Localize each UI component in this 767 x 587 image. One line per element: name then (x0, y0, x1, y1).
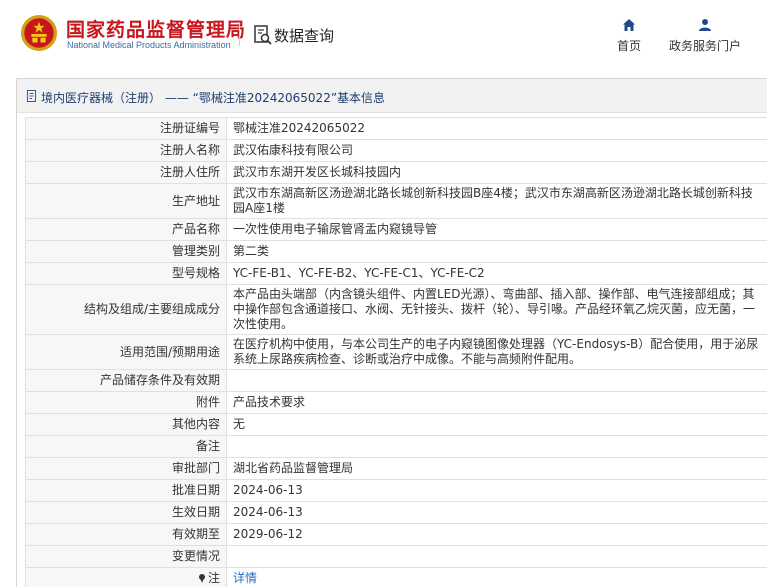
row-value (226, 435, 767, 458)
row-value: 武汉佑康科技有限公司 (226, 139, 767, 162)
home-icon (623, 19, 635, 31)
row-label: 适用范围/预期用途 (25, 334, 227, 370)
table-row: 有效期至 2029-06-12 (25, 523, 767, 546)
row-value: 一次性使用电子输尿管肾盂内窥镜导管 (226, 218, 767, 241)
row-label: 结构及组成/主要组成成分 (25, 284, 227, 335)
row-label: 产品名称 (25, 218, 227, 241)
nav-service-label: 政务服务门户 (668, 39, 741, 53)
row-label: 变更情况 (25, 545, 227, 568)
row-label: 管理类别 (25, 240, 227, 263)
data-query-title: 数据查询 (274, 27, 335, 45)
header-divider (239, 22, 240, 46)
org-name-en: National Medical Products Administration (67, 40, 231, 50)
site-header: 国家药品监督管理局 National Medical Products Admi… (0, 0, 767, 66)
nav-service-portal[interactable]: 政务服务门户 (664, 18, 746, 54)
table-row: 附件 产品技术要求 (25, 391, 767, 414)
table-row: 变更情况 (25, 545, 767, 568)
row-value: 2024-06-13 (226, 501, 767, 524)
registration-info-table: 注册证编号 鄂械注准20242065022 注册人名称 武汉佑康科技有限公司 注… (25, 117, 767, 587)
table-row: 生产地址 武汉市东湖高新区汤逊湖北路长城创新科技园B座4楼；武汉市东湖高新区汤逊… (25, 183, 767, 219)
table-row: 管理类别 第二类 (25, 240, 767, 263)
note-value-cell: 详情 (226, 567, 767, 587)
table-row: 审批部门 湖北省药品监督管理局 (25, 457, 767, 480)
detail-title: 境内医疗器械（注册） —— “鄂械注准20242065022”基本信息 (41, 91, 386, 105)
user-icon (699, 19, 711, 31)
row-value: 2029-06-12 (226, 523, 767, 546)
table-row: 注册人住所 武汉市东湖开发区长城科技园内 (25, 161, 767, 184)
row-value (226, 369, 767, 392)
detail-link[interactable]: 详情 (233, 571, 257, 585)
row-value: 在医疗机构中使用，与本公司生产的电子内窥镜图像处理器（YC-Endosys-B）… (226, 334, 767, 370)
nav-home[interactable]: 首页 (612, 18, 646, 54)
row-label: 注册人住所 (25, 161, 227, 184)
row-label: 批准日期 (25, 479, 227, 502)
row-label: 注册证编号 (25, 117, 227, 140)
row-value: 武汉市东湖高新区汤逊湖北路长城创新科技园B座4楼；武汉市东湖高新区汤逊湖北路长城… (226, 183, 767, 219)
row-label: 生效日期 (25, 501, 227, 524)
org-name-cn[interactable]: 国家药品监督管理局 (66, 15, 246, 42)
table-row: 注册证编号 鄂械注准20242065022 (25, 117, 767, 140)
table-row: 产品名称 一次性使用电子输尿管肾盂内窥镜导管 (25, 218, 767, 241)
row-value: 鄂械注准20242065022 (226, 117, 767, 140)
row-value: YC-FE-B1、YC-FE-B2、YC-FE-C1、YC-FE-C2 (226, 262, 767, 285)
table-row: 适用范围/预期用途 在医疗机构中使用，与本公司生产的电子内窥镜图像处理器（YC-… (25, 334, 767, 370)
row-label: 注册人名称 (25, 139, 227, 162)
detail-title-bar: 境内医疗器械（注册） —— “鄂械注准20242065022”基本信息 (17, 79, 767, 113)
table-row: 生效日期 2024-06-13 (25, 501, 767, 524)
national-emblem-icon (20, 14, 58, 52)
row-value: 无 (226, 413, 767, 436)
row-value: 第二类 (226, 240, 767, 263)
row-label: 型号规格 (25, 262, 227, 285)
nav-home-label: 首页 (616, 39, 641, 53)
detail-panel: 境内医疗器械（注册） —— “鄂械注准20242065022”基本信息 注册证编… (16, 78, 767, 587)
table-row: 产品储存条件及有效期 (25, 369, 767, 392)
row-value: 武汉市东湖开发区长城科技园内 (226, 161, 767, 184)
row-label: 生产地址 (25, 183, 227, 219)
row-value: 本产品由头端部（内含镜头组件、内置LED光源）、弯曲部、插入部、操作部、电气连接… (226, 284, 767, 335)
row-value: 产品技术要求 (226, 391, 767, 414)
row-value (226, 545, 767, 568)
row-label: 备注 (25, 435, 227, 458)
data-query-icon (254, 25, 272, 45)
note-label-cell: 注 (25, 567, 227, 587)
row-label: 其他内容 (25, 413, 227, 436)
page-icon (27, 90, 36, 102)
table-row: 型号规格 YC-FE-B1、YC-FE-B2、YC-FE-C1、YC-FE-C2 (25, 262, 767, 285)
table-row: 注册人名称 武汉佑康科技有限公司 (25, 139, 767, 162)
table-row: 其他内容 无 (25, 413, 767, 436)
table-row-note: 注 详情 (25, 567, 767, 587)
table-row: 结构及组成/主要组成成分 本产品由头端部（内含镜头组件、内置LED光源）、弯曲部… (25, 284, 767, 335)
row-label: 审批部门 (25, 457, 227, 480)
note-label: 注 (207, 571, 220, 585)
row-value: 湖北省药品监督管理局 (226, 457, 767, 480)
row-label: 产品储存条件及有效期 (25, 369, 227, 392)
table-row: 备注 (25, 435, 767, 458)
row-label: 附件 (25, 391, 227, 414)
row-label: 有效期至 (25, 523, 227, 546)
table-row: 批准日期 2024-06-13 (25, 479, 767, 502)
pin-icon (198, 574, 205, 583)
row-value: 2024-06-13 (226, 479, 767, 502)
